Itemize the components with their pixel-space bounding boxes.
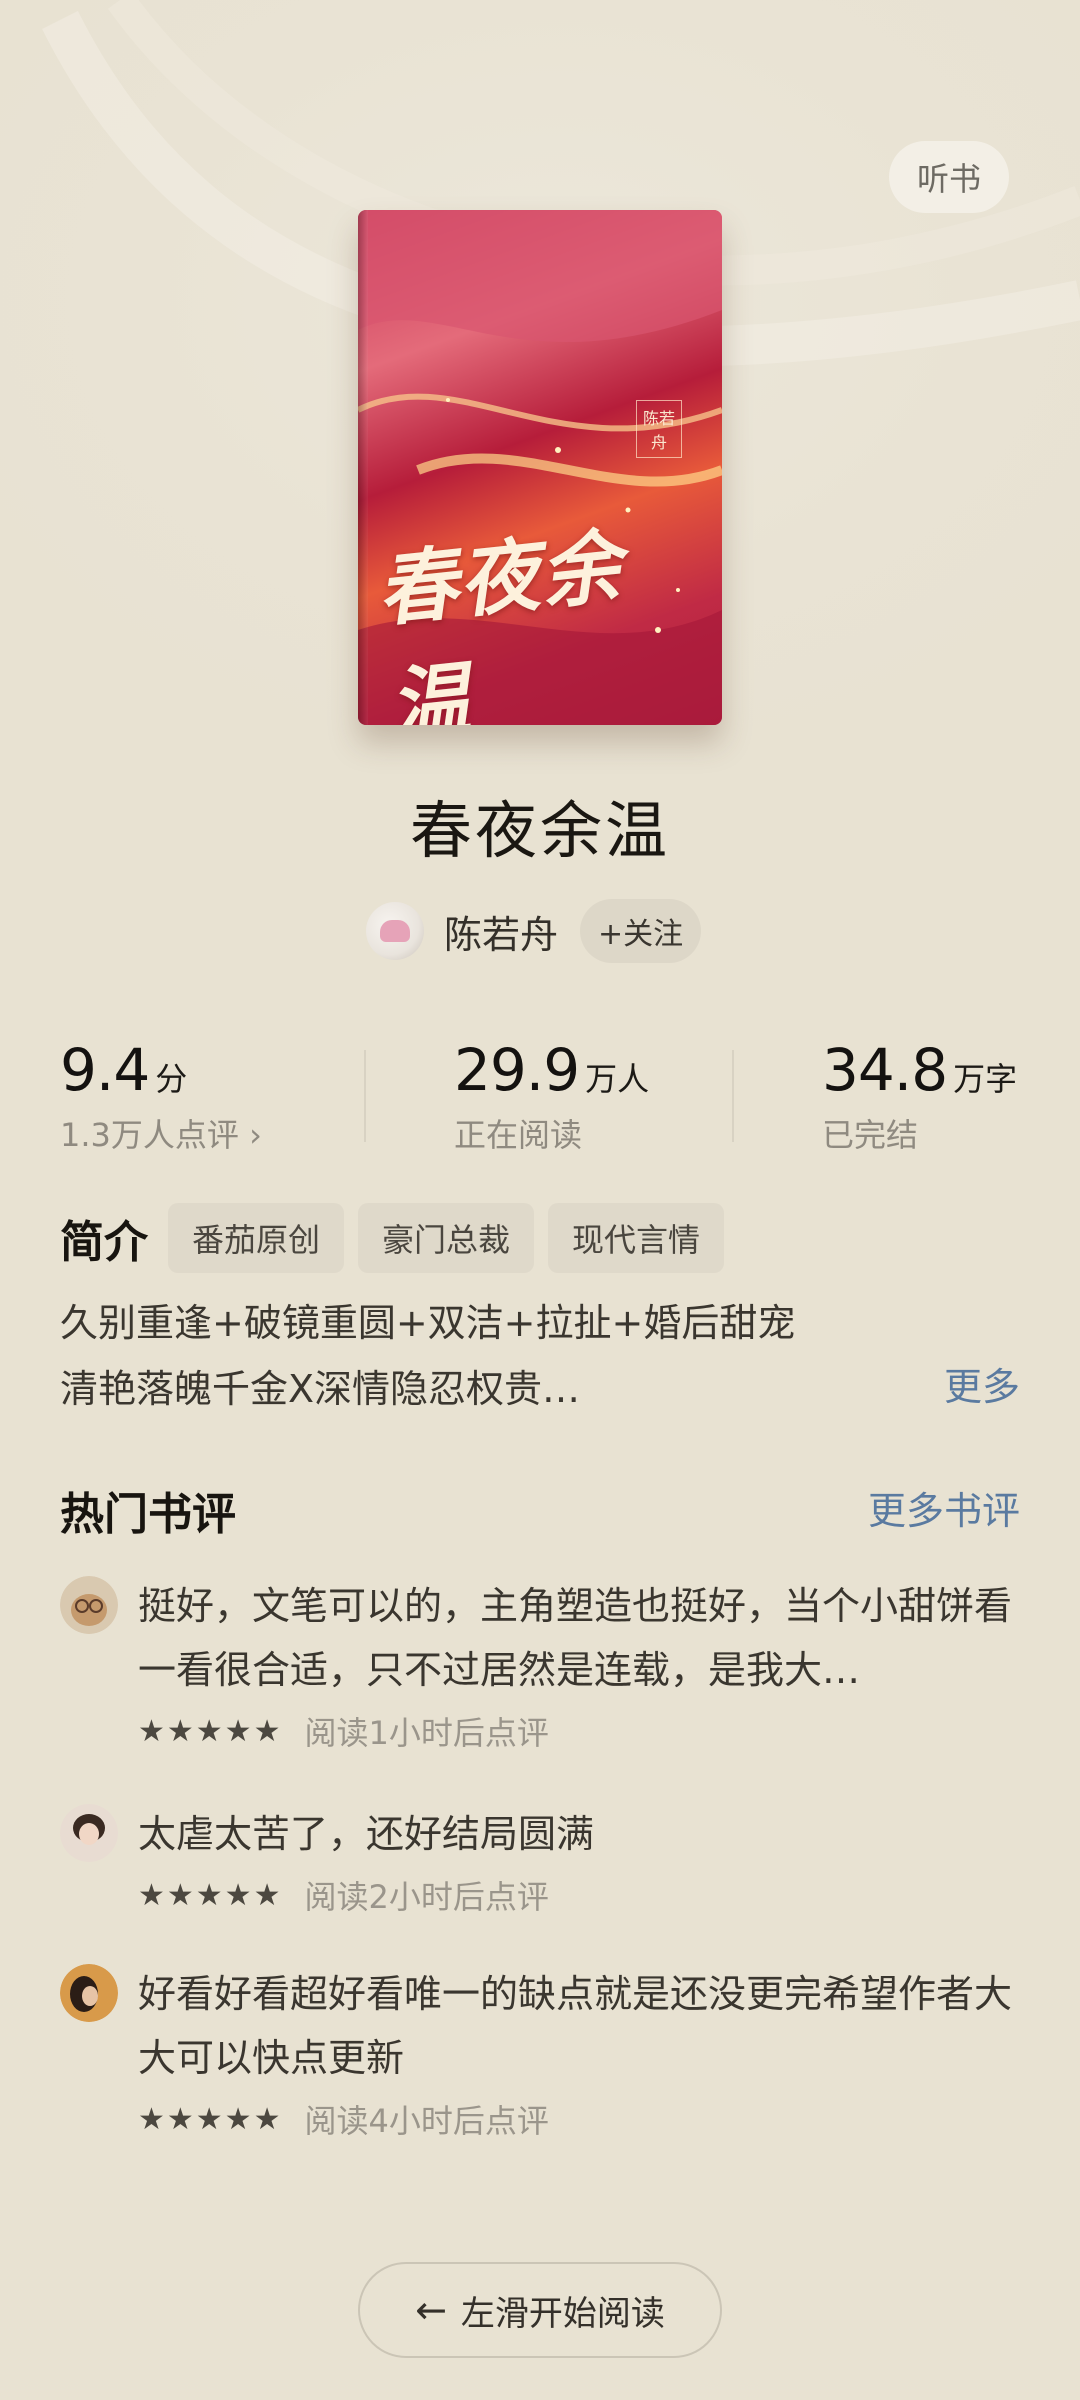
words-unit: 万字 [953, 1060, 1018, 1098]
stat-readers: 29.9 万人 正在阅读 [454, 1036, 649, 1156]
readers-unit: 万人 [585, 1060, 650, 1098]
author-name[interactable]: 陈若舟 [444, 904, 558, 959]
book-title: 春夜余温 [409, 794, 670, 867]
hot-reviews-title: 热门书评 [60, 1489, 236, 1540]
rating-value: 9.4 [60, 1036, 150, 1104]
cover-title: 春夜余温 [372, 518, 628, 725]
tag-chip[interactable]: 豪门总裁 [358, 1203, 535, 1273]
review-text: 挺好，文笔可以的，主角塑造也挺好，当个小甜饼看一看很合适，只不过居然是连载，是我… [138, 1584, 1013, 1692]
rating-unit: 分 [155, 1060, 188, 1098]
star-rating: ★★★★★ [138, 2101, 283, 2137]
review-text: 好看好看超好看唯一的缺点就是还没更完希望作者大大可以快点更新 [138, 1972, 1013, 2080]
rating-count-link[interactable]: 1.3万人点评 › [60, 1110, 262, 1156]
stat-divider [364, 1050, 366, 1142]
intro-text: 久别重逢+破镜重圆+双洁+拉扯+婚后甜宠 清艳落魄千金X深情隐忍权贵… [60, 1290, 1020, 1422]
review-time: 阅读1小时后点评 [304, 1714, 549, 1752]
review-item[interactable]: 太虐太苦了，还好结局圆满 ★★★★★ 阅读2小时后点评 [60, 1802, 1020, 1922]
review-text: 太虐太苦了，还好结局圆满 [138, 1812, 595, 1856]
words-value: 34.8 [822, 1036, 948, 1104]
readers-value: 29.9 [454, 1036, 580, 1104]
review-meta: ★★★★★ 阅读4小时后点评 [138, 2096, 549, 2142]
review-meta: ★★★★★ 阅读2小时后点评 [138, 1872, 549, 1918]
reviewer-avatar [60, 1804, 118, 1862]
stat-divider [732, 1050, 734, 1142]
reviewer-avatar [60, 1576, 118, 1634]
start-reading-label: 左滑开始阅读 [460, 2293, 665, 2334]
review-item[interactable]: 挺好，文笔可以的，主角塑造也挺好，当个小甜饼看一看很合适，只不过居然是连载，是我… [60, 1574, 1020, 1764]
status-label: 已完结 [822, 1116, 919, 1154]
stat-rating[interactable]: 9.4 分 1.3万人点评 › [60, 1036, 262, 1156]
tag-chip[interactable]: 现代言情 [548, 1203, 725, 1273]
review-item[interactable]: 好看好看超好看唯一的缺点就是还没更完希望作者大大可以快点更新 ★★★★★ 阅读4… [60, 1962, 1020, 2152]
more-reviews-link[interactable]: 更多书评 [868, 1480, 1020, 1535]
author-row: 陈若舟 +关注 [366, 898, 702, 964]
star-rating: ★★★★★ [138, 1713, 283, 1749]
follow-button[interactable]: +关注 [580, 899, 702, 963]
intro-line: 久别重逢+破镜重圆+双洁+拉扯+婚后甜宠 [60, 1301, 796, 1345]
book-cover[interactable]: 陈若舟 春夜余温 [358, 210, 722, 725]
stat-words: 34.8 万字 已完结 [822, 1036, 1017, 1156]
intro-line: 清艳落魄千金X深情隐忍权贵… [60, 1367, 581, 1411]
reviewer-avatar [60, 1964, 118, 2022]
arrow-left-icon: ← [415, 2288, 447, 2332]
start-reading-button[interactable]: ← 左滑开始阅读 [358, 2262, 722, 2358]
intro-label: 简介 [60, 1217, 148, 1268]
intro-header: 简介 番茄原创 豪门总裁 现代言情 [60, 1202, 738, 1274]
listen-button[interactable]: 听书 [889, 141, 1009, 213]
cover-author-stamp: 陈若舟 [636, 400, 682, 458]
readers-label: 正在阅读 [454, 1116, 583, 1154]
review-time: 阅读4小时后点评 [304, 2102, 549, 2140]
author-avatar[interactable] [366, 902, 424, 960]
intro-more-link[interactable]: 更多 [944, 1356, 1020, 1411]
tag-chip[interactable]: 番茄原创 [168, 1203, 345, 1273]
review-time: 阅读2小时后点评 [304, 1878, 549, 1916]
review-meta: ★★★★★ 阅读1小时后点评 [138, 1708, 549, 1754]
star-rating: ★★★★★ [138, 1877, 283, 1913]
cover-spine [358, 210, 368, 725]
